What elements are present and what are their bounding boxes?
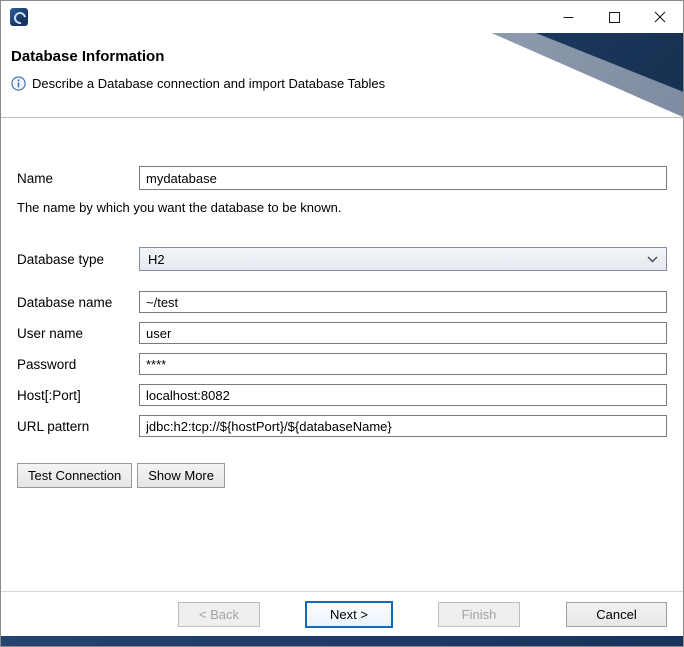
banner-graphic (1, 33, 683, 117)
database-type-value: H2 (148, 252, 165, 267)
bottom-accent-bar (1, 636, 683, 646)
name-label: Name (17, 171, 139, 186)
password-label: Password (17, 357, 139, 372)
show-more-button[interactable]: Show More (137, 463, 225, 488)
test-connection-button[interactable]: Test Connection (17, 463, 132, 488)
app-icon (10, 8, 28, 26)
database-type-select[interactable]: H2 (139, 247, 667, 271)
minimize-icon (563, 12, 574, 23)
caption-buttons (545, 1, 683, 33)
host-port-label: Host[:Port] (17, 388, 139, 403)
wizard-header: Database Information Describe a Database… (1, 33, 683, 118)
finish-button: Finish (438, 602, 520, 627)
button-bar: < Back Next > Finish Cancel (1, 592, 683, 636)
minimize-button[interactable] (545, 1, 591, 33)
database-type-label: Database type (17, 252, 139, 267)
info-icon (11, 76, 26, 91)
maximize-button[interactable] (591, 1, 637, 33)
dialog-window: Database Information Describe a Database… (0, 0, 684, 647)
close-button[interactable] (637, 1, 683, 33)
banner-navy-wedge (1, 33, 683, 117)
user-name-label: User name (17, 326, 139, 341)
url-pattern-label: URL pattern (17, 419, 139, 434)
name-help-text: The name by which you want the database … (17, 200, 667, 215)
close-icon (654, 11, 666, 23)
form-area: Name The name by which you want the data… (1, 118, 683, 591)
database-name-field[interactable] (139, 291, 667, 313)
url-pattern-field[interactable] (139, 415, 667, 437)
maximize-icon (609, 12, 620, 23)
page-description: Describe a Database connection and impor… (32, 76, 385, 91)
username-field[interactable] (139, 322, 667, 344)
database-name-label: Database name (17, 295, 139, 310)
next-button[interactable]: Next > (306, 602, 392, 627)
name-field[interactable] (139, 166, 667, 190)
banner-gray-wedge (1, 33, 683, 117)
page-title: Database Information (11, 48, 683, 65)
chevron-down-icon (647, 256, 658, 263)
title-bar[interactable] (1, 1, 683, 33)
back-button: < Back (178, 602, 260, 627)
password-field[interactable] (139, 353, 667, 375)
host-port-field[interactable] (139, 384, 667, 406)
cancel-button[interactable]: Cancel (566, 602, 667, 627)
